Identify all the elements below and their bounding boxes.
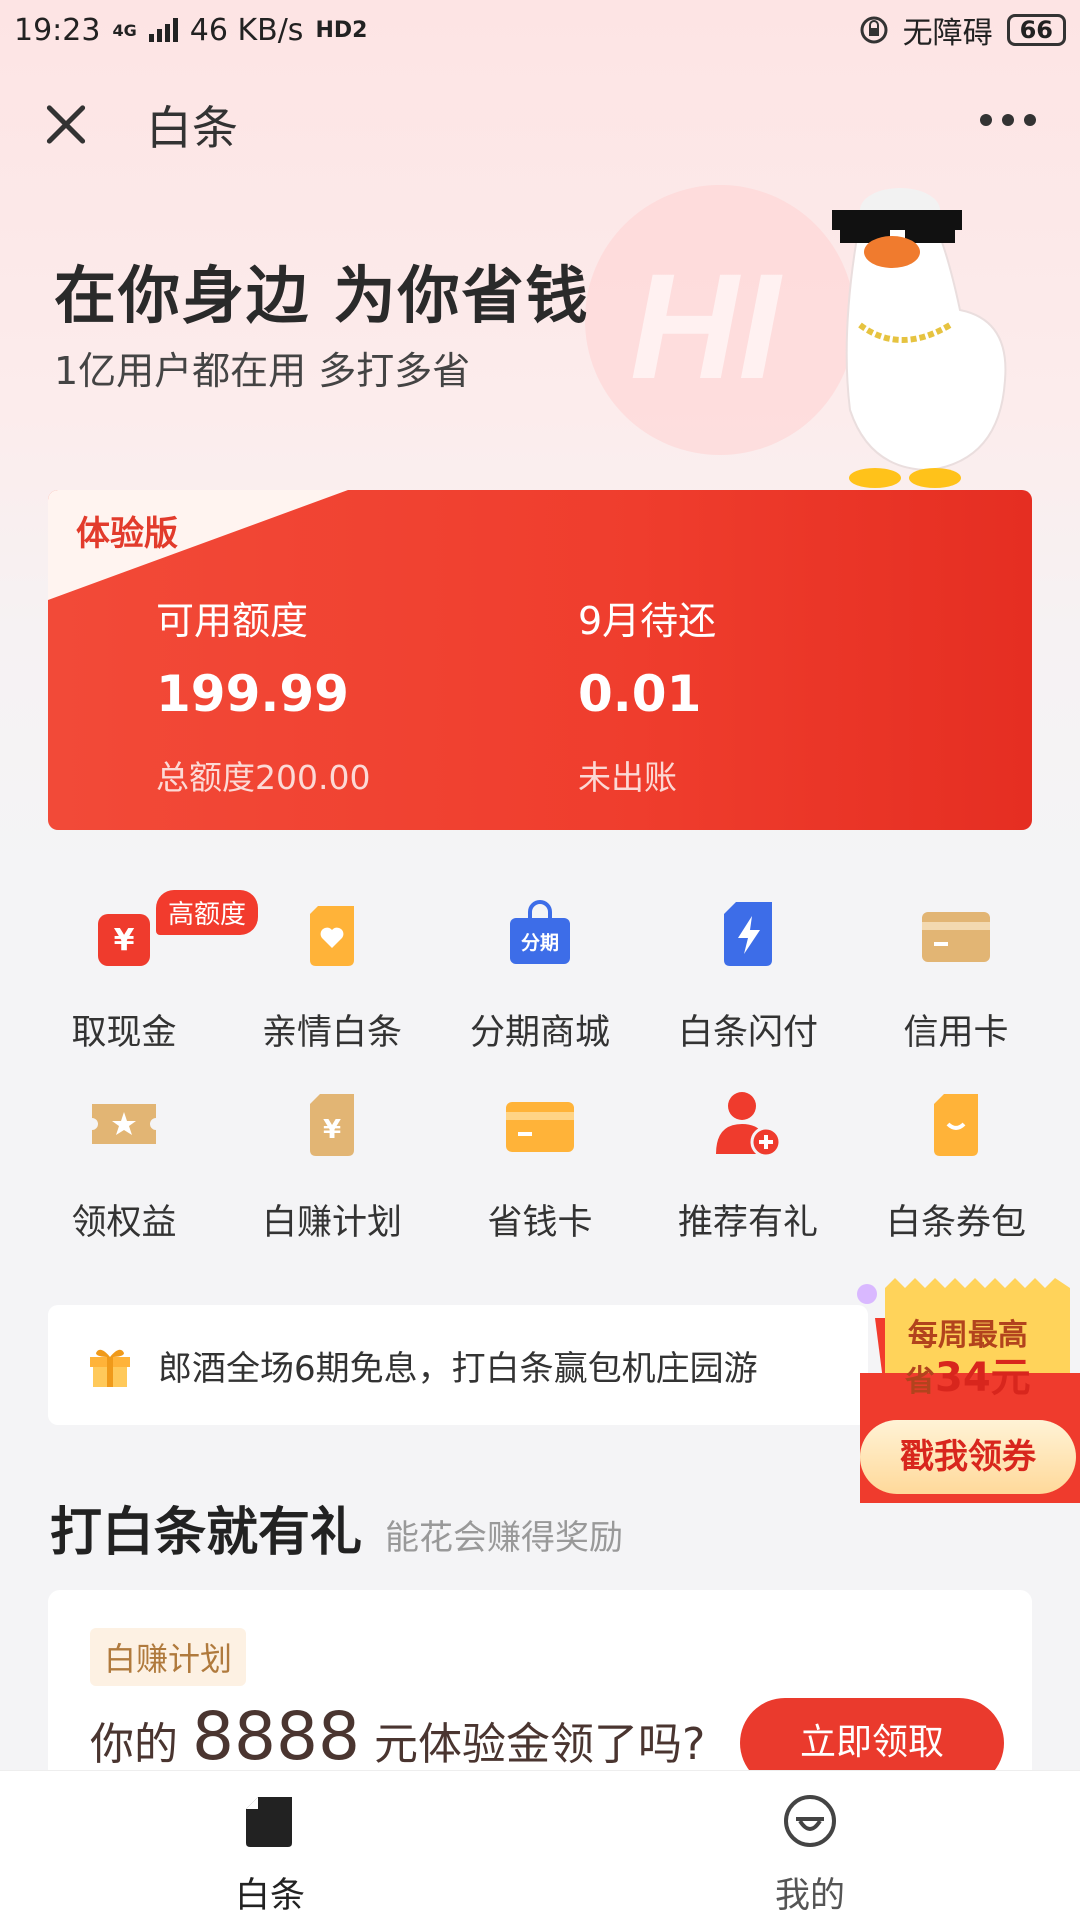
bottom-tab-bar: 白条 我的 [0,1770,1080,1920]
menu-label: 取现金 [71,1013,177,1053]
coupon-wallet-icon [934,1094,978,1156]
promo-banner[interactable]: 郎酒全场6期免息，打白条赢包机庄园游 [48,1305,868,1425]
total-credit-label: 总额度200.00 [156,758,371,797]
family-heart-icon [310,906,354,966]
section-subtitle: 能花会赚得奖励 [385,1518,623,1558]
menu-label: 白赚计划 [261,1203,402,1243]
menu-item-cash[interactable]: ¥ 高额度 取现金 [24,890,259,1060]
svg-text:¥: ¥ [114,923,135,958]
tab-mine[interactable]: 我的 [540,1771,1080,1920]
menu-item-coupon-wallet[interactable]: 白条券包 [856,1090,1056,1250]
credit-limit-card[interactable]: 体验版 可用额度 199.99 总额度200.00 9月待还 0.01 未出账 [48,490,1032,830]
network-type: 4G [112,20,137,40]
menu-item-benefits[interactable]: 领权益 [24,1090,224,1250]
menu-item-family[interactable]: 亲情白条 [232,900,432,1060]
menu-label: 推荐有礼 [677,1203,818,1243]
baitiao-tab-icon [246,1797,292,1847]
benefit-ticket-icon [92,1104,156,1144]
due-amount: 9月待还 0.01 未出账 [578,590,716,799]
battery-indicator: 66 [1006,14,1066,46]
menu-label: 亲情白条 [261,1013,402,1053]
available-credit: 可用额度 199.99 总额度200.00 [156,590,370,799]
tab-label: 白条 [234,1876,305,1916]
accessibility-label: 无障碍 [902,16,993,51]
menu-label: 分期商城 [469,1013,610,1053]
network-speed: 46 KB/s [189,12,304,48]
section-title: 打白条就有礼 [50,1503,363,1563]
referral-user-icon [716,1092,782,1158]
menu-item-saving-card[interactable]: 省钱卡 [440,1090,640,1250]
due-value: 0.01 [578,665,702,723]
coupon-line1: 每周最高 [907,1318,1028,1353]
trial-version-tag: 体验版 [76,514,178,554]
menu-label: 信用卡 [903,1013,1009,1053]
hd-indicator: HD2 [315,17,368,43]
top-nav: 白条 [0,78,1080,168]
smiley-face-icon [784,1795,836,1847]
hero-watermark: HI [630,242,780,410]
page-title: 白条 [146,101,238,155]
hero-title: 在你身边 为你省钱 [54,259,590,332]
menu-label: 省钱卡 [487,1203,593,1243]
menu-item-flash-pay[interactable]: 白条闪付 [648,900,848,1060]
coupon-line2-prefix: 省 [905,1364,935,1399]
installment-bag-icon: 分期 [510,900,570,964]
accessibility-lock-icon [860,16,888,44]
status-time: 19:23 [14,12,101,48]
coupon-amount: 34元 [935,1355,1031,1401]
hero-subtitle: 1亿用户都在用 多打多省 [54,349,471,393]
available-credit-label: 可用额度 [156,599,309,643]
due-label: 9月待还 [578,599,717,643]
saving-card-icon [506,1102,574,1152]
tab-label: 我的 [774,1876,845,1916]
menu-item-credit-card[interactable]: 信用卡 [856,900,1056,1060]
menu-label: 白条券包 [885,1203,1026,1243]
credit-card-icon [922,912,990,962]
tab-baitiao[interactable]: 白条 [0,1771,540,1920]
menu-item-installment-mall[interactable]: 分期 分期商城 [440,900,640,1060]
menu-item-referral[interactable]: 推荐有礼 [648,1090,848,1250]
promo-text: 郎酒全场6期免息，打白条赢包机庄园游 [158,1348,758,1389]
installment-icon-text: 分期 [521,932,559,954]
menu-label: 领权益 [71,1203,177,1243]
status-bar: 19:23 4G 46 KB/s HD2 无障碍 66 [0,0,1080,60]
baitiao-page: HI 19:23 4G 46 KB/s HD2 无障碍 66 白条 在你身边 为… [0,0,1080,1920]
earn-suffix: 元体验金领了吗? [373,1719,706,1770]
cash-icon: ¥ [98,914,150,966]
earn-amount: 8888 [192,1698,360,1775]
duck-mascot-icon [832,188,1007,488]
more-options-icon[interactable] [980,114,1036,126]
earn-plan-headline: 你的 8888 元体验金领了吗? [90,1698,705,1775]
menu-item-earn-plan[interactable]: ¥ 白赚计划 [232,1090,432,1250]
due-status: 未出账 [578,758,677,797]
svg-text:¥: ¥ [323,1115,341,1145]
available-credit-value: 199.99 [156,665,349,723]
claim-coupon-button[interactable]: 戳我领券 [860,1420,1076,1494]
signal-icon [148,18,178,42]
menu-label: 白条闪付 [677,1013,818,1053]
flash-pay-icon [724,902,772,966]
earn-plan-tag: 白赚计划 [90,1628,247,1686]
gift-icon [90,1349,130,1387]
earn-prefix: 你的 [90,1719,178,1770]
close-icon[interactable] [40,98,92,150]
coupon-headline: 每周最高 省34元 [905,1315,1031,1403]
earn-plan-icon: ¥ [310,1094,354,1156]
